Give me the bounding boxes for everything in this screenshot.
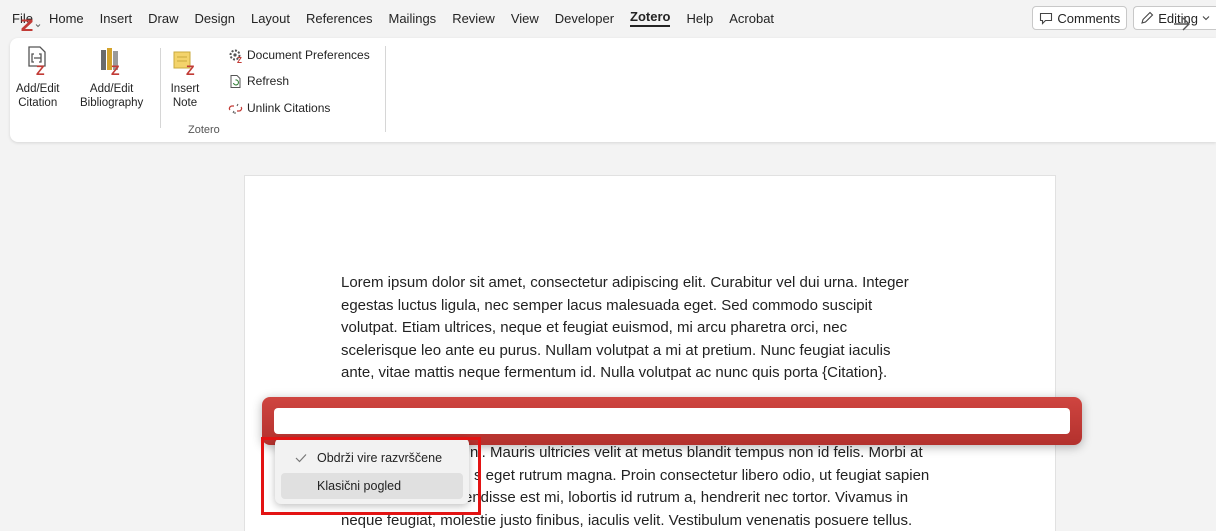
add-edit-bibliography-button[interactable]: Z Add/Edit Bibliography bbox=[80, 44, 143, 110]
add-edit-citation-button[interactable]: Z Add/Edit Citation bbox=[16, 44, 59, 110]
comments-button[interactable]: Comments bbox=[1032, 6, 1128, 30]
insert-note-label-1: Insert bbox=[170, 83, 200, 95]
zotero-menu-button[interactable] bbox=[20, 15, 44, 35]
menu-insert-label: Insert bbox=[99, 10, 133, 26]
note-icon: Z bbox=[173, 51, 195, 78]
add-citation-label-1: Add/Edit bbox=[16, 83, 60, 95]
menu-draw[interactable]: Draw bbox=[140, 0, 186, 36]
pencil-icon bbox=[1141, 11, 1154, 24]
ribbon-separator bbox=[160, 48, 161, 128]
zotero-logo-icon bbox=[21, 19, 33, 31]
menu-home-label: Home bbox=[48, 10, 84, 26]
text-line: neque feugiat, molestie justo finibus, i… bbox=[341, 511, 913, 529]
insert-note-label-2: Note bbox=[172, 97, 198, 109]
paragraph-2-last-line[interactable]: neque feugiat, molestie justo finibus, i… bbox=[341, 510, 971, 531]
menu-layout-label: Layout bbox=[250, 10, 291, 26]
refresh-icon bbox=[230, 74, 241, 88]
menu-help-label: Help bbox=[686, 10, 714, 26]
text-line: egestas luctus ligula, nec semper lacus … bbox=[341, 296, 873, 314]
menu-insert[interactable]: Insert bbox=[92, 0, 141, 36]
document-preferences-label: Document Preferences bbox=[247, 48, 370, 62]
document-preferences-button[interactable]: Z Document Preferences bbox=[228, 45, 370, 65]
menu-home[interactable]: Home bbox=[41, 0, 92, 36]
paragraph-2[interactable]: ni. Mauris ultricies velit at metus blan… bbox=[464, 442, 990, 510]
zotero-dropdown-menu: Obdrži vire razvrščene Klasični pogled bbox=[275, 438, 469, 504]
svg-text:Z: Z bbox=[36, 62, 45, 78]
bibliography-icon: Z bbox=[100, 48, 120, 78]
menu-review-label: Review bbox=[452, 10, 495, 26]
add-citation-label-2: Citation bbox=[18, 97, 58, 109]
gear-icon: Z bbox=[229, 49, 242, 63]
menu-bar: File Home Insert Draw Design Layout Refe… bbox=[0, 0, 1216, 36]
chevron-down-icon bbox=[35, 23, 41, 27]
text-line: Lorem ipsum dolor sit amet, consectetur … bbox=[341, 274, 909, 291]
arrow-right-icon[interactable] bbox=[1172, 14, 1192, 34]
menu-zotero-label: Zotero bbox=[630, 9, 671, 27]
text-line: endisse est mi, lobortis id rutrum a, he… bbox=[464, 489, 909, 506]
text-line: scelerisque leo ante eu purus. Nullam vo… bbox=[341, 341, 891, 359]
checkmark-icon bbox=[295, 454, 307, 463]
svg-text:Z: Z bbox=[111, 62, 120, 78]
ribbon-group-label: Zotero bbox=[188, 124, 220, 136]
unlink-icon bbox=[228, 103, 243, 114]
bibliography-label-1: Add/Edit bbox=[89, 83, 134, 95]
menu-references-label: References bbox=[306, 10, 373, 26]
menu-item-classic-view[interactable]: Klasični pogled bbox=[281, 473, 463, 499]
menu-acrobat[interactable]: Acrobat bbox=[721, 0, 782, 36]
text-line: ni. Mauris ultricies velit at metus blan… bbox=[470, 444, 923, 461]
menu-item-classic-view-label: Klasični pogled bbox=[317, 479, 402, 493]
text-line: ante, vitae mattis neque fermentum id. N… bbox=[341, 364, 888, 381]
menu-zotero[interactable]: Zotero bbox=[622, 0, 678, 36]
bibliography-label-2: Bibliography bbox=[80, 97, 144, 109]
menu-layout[interactable]: Layout bbox=[243, 0, 298, 36]
menu-design[interactable]: Design bbox=[187, 0, 243, 36]
menu-acrobat-label: Acrobat bbox=[729, 10, 775, 26]
menu-review[interactable]: Review bbox=[444, 0, 503, 36]
paragraph-1[interactable]: Lorem ipsum dolor sit amet, consectetur … bbox=[341, 272, 971, 385]
menu-mailings-label: Mailings bbox=[388, 10, 437, 26]
unlink-citations-label: Unlink Citations bbox=[247, 101, 331, 115]
menu-view[interactable]: View bbox=[503, 0, 547, 36]
unlink-citations-button[interactable]: Unlink Citations bbox=[228, 98, 330, 118]
menu-developer-label: Developer bbox=[554, 10, 615, 26]
svg-text:Z: Z bbox=[186, 62, 195, 78]
ribbon: Z Add/Edit Citation Z Add/Edit Bibliogra… bbox=[10, 38, 1216, 142]
menu-help[interactable]: Help bbox=[678, 0, 721, 36]
text-line: s eget rutrum magna. Proin consectetur l… bbox=[474, 466, 930, 484]
citation-search-input[interactable] bbox=[274, 408, 1070, 434]
svg-text:Z: Z bbox=[237, 56, 242, 63]
menu-design-label: Design bbox=[194, 10, 235, 26]
refresh-label: Refresh bbox=[247, 74, 290, 88]
ribbon-group-separator bbox=[385, 46, 386, 132]
text-line: volutpat. Etiam ultrices, neque et feugi… bbox=[341, 319, 848, 336]
menu-developer[interactable]: Developer bbox=[547, 0, 622, 36]
menu-draw-label: Draw bbox=[148, 10, 179, 26]
refresh-button[interactable]: Refresh bbox=[228, 71, 289, 91]
insert-note-button[interactable]: Z Insert Note bbox=[170, 44, 200, 110]
menu-item-keep-sorted[interactable]: Obdrži vire razvrščene bbox=[281, 445, 463, 471]
add-citation-icon: Z bbox=[28, 46, 46, 78]
menu-mailings[interactable]: Mailings bbox=[381, 0, 445, 36]
comment-icon bbox=[1040, 12, 1053, 25]
comments-label: Comments bbox=[1057, 10, 1121, 26]
menu-item-keep-sorted-label: Obdrži vire razvrščene bbox=[317, 451, 443, 465]
menu-references[interactable]: References bbox=[298, 0, 380, 36]
menu-view-label: View bbox=[510, 10, 539, 26]
chevron-down-icon bbox=[1202, 16, 1210, 21]
